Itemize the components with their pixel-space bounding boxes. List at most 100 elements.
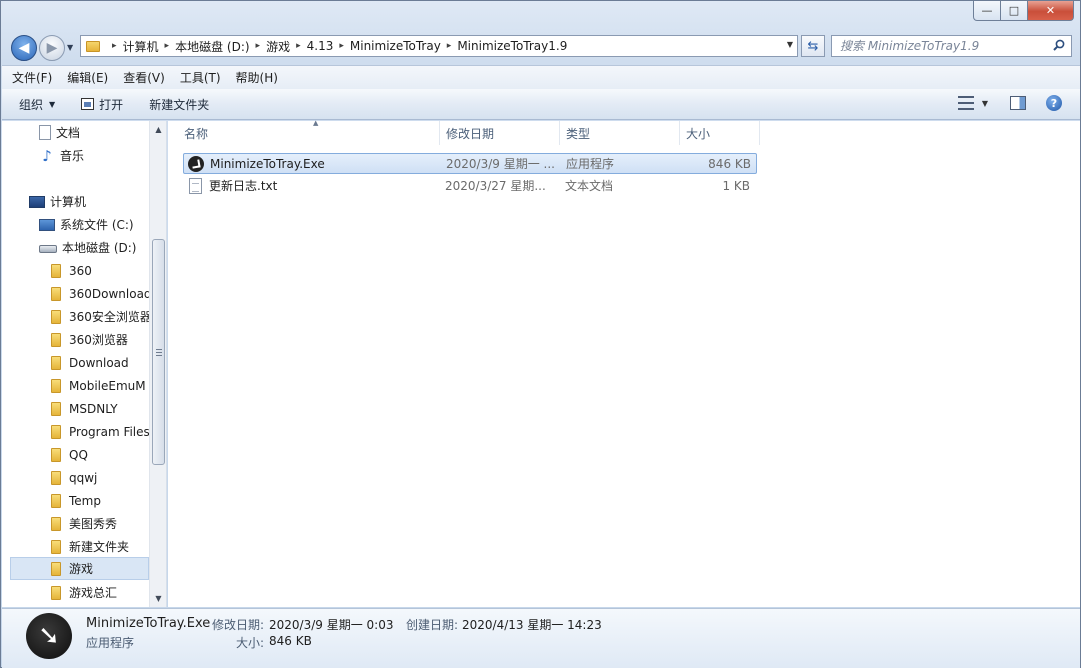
folder-icon bbox=[51, 332, 61, 347]
help-icon[interactable]: ? bbox=[1046, 95, 1062, 111]
nav-item-folder-msdnly[interactable]: MSDNLY bbox=[2, 397, 149, 420]
column-header-label: 修改日期 bbox=[446, 126, 495, 141]
menu-view[interactable]: 查看(V) bbox=[123, 69, 165, 86]
breadcrumb-4-13[interactable]: 4.13 bbox=[307, 39, 334, 53]
folder-icon bbox=[51, 493, 61, 508]
folder-icon bbox=[51, 447, 61, 462]
nav-item-label: 系统文件 (C:) bbox=[60, 218, 134, 232]
nav-item-folder-new-folder[interactable]: 新建文件夹 bbox=[2, 535, 149, 558]
breadcrumb-minimizetotray-1-9[interactable]: MinimizeToTray1.9 bbox=[457, 39, 567, 53]
maximize-button[interactable]: □ bbox=[1001, 1, 1028, 21]
column-header-name[interactable]: 名称 ▲ bbox=[178, 119, 440, 145]
folder-icon bbox=[51, 263, 61, 278]
open-button[interactable]: 打开 bbox=[81, 96, 123, 113]
menu-help[interactable]: 帮助(H) bbox=[236, 69, 278, 86]
column-header-date[interactable]: 修改日期 bbox=[440, 121, 560, 145]
breadcrumb-drive-d[interactable]: 本地磁盘 (D:) bbox=[175, 38, 249, 55]
breadcrumb-separator[interactable]: ▸ bbox=[165, 41, 170, 51]
scroll-down-icon[interactable]: ▼ bbox=[150, 590, 167, 607]
details-pane: MinimizeToTray.Exe 应用程序 修改日期: 2020/3/9 星… bbox=[2, 608, 1080, 668]
breadcrumb-separator[interactable]: ▸ bbox=[112, 41, 117, 51]
column-header-label: 大小 bbox=[686, 126, 711, 141]
folder-icon bbox=[51, 424, 61, 439]
address-dropdown-icon[interactable]: ▼ bbox=[787, 40, 793, 49]
computer-icon bbox=[29, 195, 45, 208]
file-date: 2020/3/27 星期... bbox=[445, 179, 546, 193]
nav-item-label: 360Download bbox=[69, 286, 149, 301]
close-button[interactable]: ✕ bbox=[1028, 1, 1074, 21]
file-list-pane: 名称 ▲ 修改日期 类型 大小 MinimizeToTray.Exe 2020/… bbox=[168, 119, 1080, 607]
command-bar: 组织 ▼ 打开 新建文件夹 ▼ ? bbox=[2, 89, 1080, 120]
search-box[interactable] bbox=[831, 35, 1072, 57]
recent-pages-dropdown[interactable]: ▼ bbox=[67, 43, 73, 52]
nav-item-drive-d[interactable]: 本地磁盘 (D:) bbox=[2, 236, 149, 259]
breadcrumb-separator[interactable]: ▸ bbox=[256, 41, 261, 51]
nav-item-folder-360-safe-browser[interactable]: 360安全浏览器 bbox=[2, 305, 149, 328]
breadcrumb-separator[interactable]: ▸ bbox=[447, 41, 452, 51]
nav-item-label: Temp bbox=[69, 493, 101, 508]
search-input[interactable] bbox=[840, 39, 1045, 53]
nav-item-music[interactable]: ♪ 音乐 bbox=[2, 144, 149, 167]
search-icon[interactable] bbox=[1053, 39, 1065, 51]
nav-item-drive-c[interactable]: 系统文件 (C:) bbox=[2, 213, 149, 236]
nav-item-folder-meitu[interactable]: 美图秀秀 bbox=[2, 512, 149, 535]
file-name-cell: 更新日志.txt bbox=[183, 177, 441, 194]
nav-item-folder-games[interactable]: 游戏 bbox=[10, 557, 149, 580]
nav-item-folder-360download[interactable]: 360Download bbox=[2, 282, 149, 305]
refresh-icon: ⇆ bbox=[807, 38, 819, 54]
nav-item-folder-360-browser[interactable]: 360浏览器 bbox=[2, 328, 149, 351]
column-header-size[interactable]: 大小 bbox=[680, 121, 760, 145]
file-row[interactable]: 更新日志.txt 2020/3/27 星期... 文本文档 1 KB bbox=[183, 175, 757, 196]
organize-button[interactable]: 组织 ▼ bbox=[19, 96, 55, 113]
back-button[interactable]: ◀ bbox=[11, 35, 37, 61]
preview-pane-icon[interactable] bbox=[1010, 96, 1026, 110]
file-row[interactable]: MinimizeToTray.Exe 2020/3/9 星期一 ... 应用程序… bbox=[183, 153, 757, 174]
sort-ascending-icon: ▲ bbox=[313, 119, 319, 127]
nav-item-folder-games-collection[interactable]: 游戏总汇 bbox=[2, 581, 149, 604]
nav-item-label: qqwj bbox=[69, 470, 98, 485]
nav-item-folder-download[interactable]: Download bbox=[2, 351, 149, 374]
menu-edit[interactable]: 编辑(E) bbox=[67, 69, 108, 86]
folder-icon bbox=[51, 286, 61, 301]
column-header-type[interactable]: 类型 bbox=[560, 121, 680, 145]
scrollbar-thumb[interactable] bbox=[152, 239, 165, 465]
nav-item-folder-program-files[interactable]: Program Files bbox=[2, 420, 149, 443]
nav-item-label: 美图秀秀 bbox=[69, 517, 118, 531]
scroll-up-icon[interactable]: ▲ bbox=[150, 121, 167, 138]
nav-item-label: 360浏览器 bbox=[69, 333, 128, 347]
app-icon bbox=[26, 613, 72, 659]
nav-item-folder-qqwj[interactable]: qqwj bbox=[2, 466, 149, 489]
nav-pane-scrollbar[interactable]: ▲ ▼ bbox=[149, 121, 166, 607]
address-bar[interactable]: ▸ 计算机 ▸ 本地磁盘 (D:) ▸ 游戏 ▸ 4.13 ▸ Minimize… bbox=[80, 35, 798, 57]
breadcrumb-computer[interactable]: 计算机 bbox=[123, 38, 159, 55]
nav-item-folder-temp[interactable]: Temp bbox=[2, 489, 149, 512]
view-options-dropdown[interactable]: ▼ bbox=[982, 99, 988, 108]
breadcrumb-games[interactable]: 游戏 bbox=[266, 38, 290, 55]
nav-item-documents[interactable]: 文档 bbox=[2, 121, 149, 144]
breadcrumb-minimizetotray[interactable]: MinimizeToTray bbox=[350, 39, 441, 53]
menu-file[interactable]: 文件(F) bbox=[12, 69, 52, 86]
nav-item-folder-qq[interactable]: QQ bbox=[2, 443, 149, 466]
breadcrumb-separator[interactable]: ▸ bbox=[296, 41, 301, 51]
nav-item-computer[interactable]: 计算机 bbox=[2, 190, 149, 213]
menu-tools[interactable]: 工具(T) bbox=[180, 69, 221, 86]
breadcrumb-separator[interactable]: ▸ bbox=[339, 41, 344, 51]
menu-bar: 文件(F) 编辑(E) 查看(V) 工具(T) 帮助(H) bbox=[2, 65, 1080, 89]
nav-item-folder-360[interactable]: 360 bbox=[2, 259, 149, 282]
new-folder-button[interactable]: 新建文件夹 bbox=[149, 96, 209, 113]
column-headers: 名称 ▲ 修改日期 类型 大小 bbox=[178, 119, 760, 145]
file-date: 2020/3/9 星期一 ... bbox=[446, 157, 555, 171]
music-icon: ♪ bbox=[42, 146, 52, 165]
change-view-icon[interactable] bbox=[957, 96, 974, 110]
folder-icon bbox=[86, 40, 100, 52]
folder-icon bbox=[51, 355, 61, 370]
minimize-button[interactable]: — bbox=[973, 1, 1001, 21]
forward-button[interactable]: ▶ bbox=[39, 35, 65, 61]
nav-item-label: 新建文件夹 bbox=[69, 540, 130, 554]
refresh-button[interactable]: ⇆ bbox=[801, 35, 825, 57]
nav-item-folder-mobileemum[interactable]: MobileEmuM bbox=[2, 374, 149, 397]
column-header-label: 名称 bbox=[184, 126, 209, 141]
column-header-label: 类型 bbox=[566, 126, 591, 141]
nav-item-label: 音乐 bbox=[60, 149, 85, 163]
chevron-down-icon: ▼ bbox=[49, 99, 56, 109]
